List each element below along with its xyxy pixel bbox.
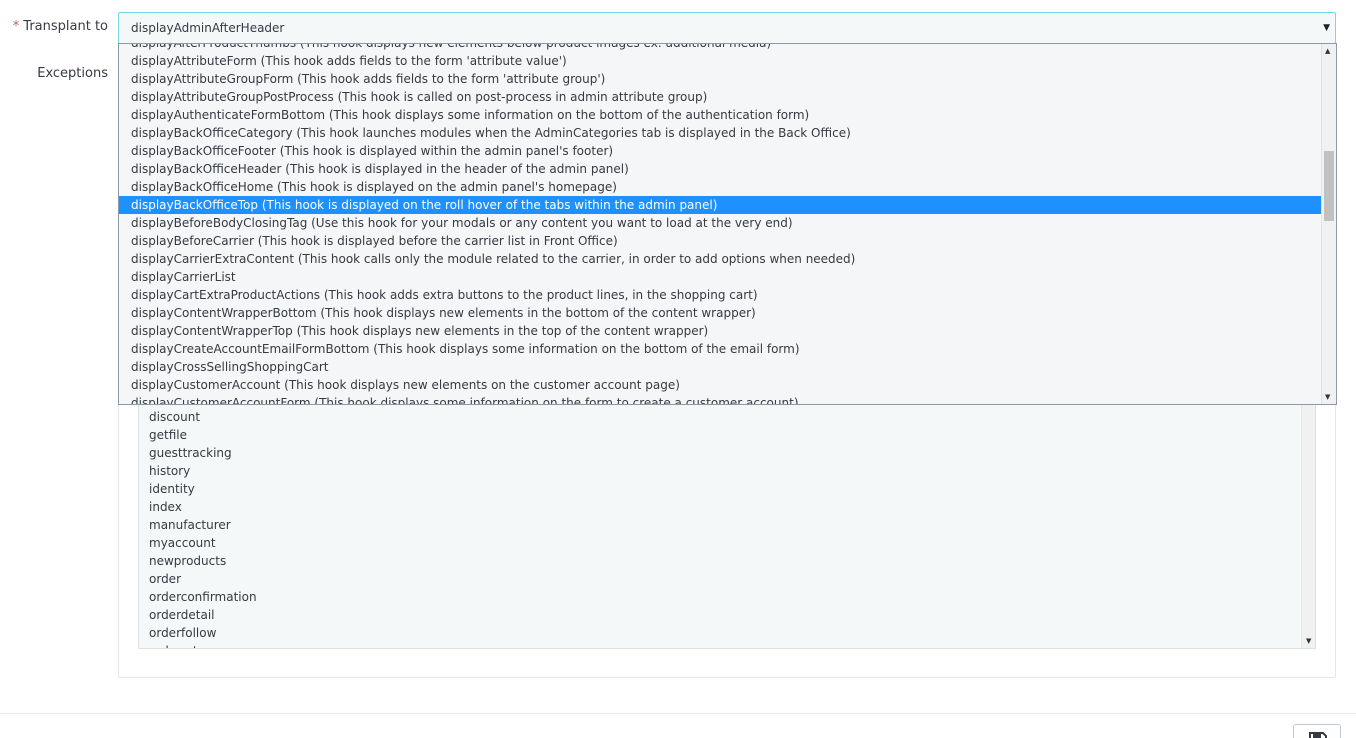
exception-item[interactable]: guesttracking <box>149 444 257 462</box>
exception-item[interactable]: myaccount <box>149 534 257 552</box>
exception-item[interactable]: history <box>149 462 257 480</box>
floppy-disk-icon <box>1309 732 1327 738</box>
hook-option[interactable]: displayAttributeGroupForm (This hook add… <box>119 70 1322 88</box>
exception-item[interactable]: orderconfirmation <box>149 588 257 606</box>
selected-hook-value: displayAdminAfterHeader <box>131 21 285 35</box>
save-button[interactable] <box>1293 724 1341 738</box>
exception-item[interactable]: orderreturn <box>149 642 257 648</box>
hook-option[interactable]: displayBeforeBodyClosingTag (Use this ho… <box>119 214 1322 232</box>
exceptions-label: Exceptions <box>37 66 108 81</box>
exception-item[interactable]: newproducts <box>149 552 257 570</box>
required-mark: * <box>12 19 20 34</box>
exception-item[interactable]: orderdetail <box>149 606 257 624</box>
hook-option[interactable]: displayContentWrapperBottom (This hook d… <box>119 304 1322 322</box>
caret-down-icon: ▼ <box>1323 23 1330 33</box>
hook-option[interactable]: displayCarrierList <box>119 268 1322 286</box>
scroll-up-arrow-icon[interactable]: ▲ <box>1325 47 1330 55</box>
exception-item[interactable]: order <box>149 570 257 588</box>
panel-footer-divider <box>0 713 1356 714</box>
hook-dropdown-list[interactable]: displayAfterProductThumbs (This hook dis… <box>118 43 1337 405</box>
transplant-hook-select[interactable]: displayAdminAfterHeader ▼ <box>118 12 1336 44</box>
exception-item[interactable]: manufacturer <box>149 516 257 534</box>
exception-item[interactable]: discount <box>149 408 257 426</box>
exception-item[interactable]: identity <box>149 480 257 498</box>
hook-option[interactable]: displayBackOfficeCategory (This hook lau… <box>119 124 1322 142</box>
hook-option[interactable]: displayBackOfficeHome (This hook is disp… <box>119 178 1322 196</box>
hook-option[interactable]: displayBeforeCarrier (This hook is displ… <box>119 232 1322 250</box>
hook-option[interactable]: displayBackOfficeTop (This hook is displ… <box>119 196 1322 214</box>
hook-option[interactable]: displayCrossSellingShoppingCart <box>119 358 1322 376</box>
hook-option[interactable]: displayCustomerAccount (This hook displa… <box>119 376 1322 394</box>
transplant-to-label: * Transplant to <box>13 19 108 34</box>
dropdown-scrollbar[interactable]: ▲ ▼ <box>1321 44 1336 404</box>
exception-item[interactable]: orderfollow <box>149 624 257 642</box>
transplant-to-label-text: Transplant to <box>23 19 108 34</box>
hook-option[interactable]: displayAfterProductThumbs (This hook dis… <box>119 44 1322 52</box>
hook-option[interactable]: displayCreateAccountEmailFormBottom (Thi… <box>119 340 1322 358</box>
hook-option[interactable]: displayCartExtraProductActions (This hoo… <box>119 286 1322 304</box>
hook-option[interactable]: displayBackOfficeFooter (This hook is di… <box>119 142 1322 160</box>
hook-option[interactable]: displayCarrierExtraContent (This hook ca… <box>119 250 1322 268</box>
hook-option[interactable]: displayContentWrapperTop (This hook disp… <box>119 322 1322 340</box>
exceptions-list: discount getfile guesttracking history ident… <box>149 408 257 648</box>
hook-option[interactable]: displayAttributeGroupPostProcess (This h… <box>119 88 1322 106</box>
exception-item[interactable]: index <box>149 498 257 516</box>
scroll-down-arrow-icon[interactable]: ▼ <box>1306 637 1311 645</box>
hook-option[interactable]: displayAttributeForm (This hook adds fie… <box>119 52 1322 70</box>
dropdown-scrollbar-thumb[interactable] <box>1324 151 1334 221</box>
hook-option[interactable]: displayBackOfficeHeader (This hook is di… <box>119 160 1322 178</box>
hook-option[interactable]: displayAuthenticateFormBottom (This hook… <box>119 106 1322 124</box>
hook-option[interactable]: displayCustomerAccountForm (This hook di… <box>119 394 1322 404</box>
exception-item[interactable]: getfile <box>149 426 257 444</box>
hook-options: displayAfterProductThumbs (This hook dis… <box>119 44 1322 404</box>
scroll-down-arrow-icon[interactable]: ▼ <box>1325 393 1330 401</box>
